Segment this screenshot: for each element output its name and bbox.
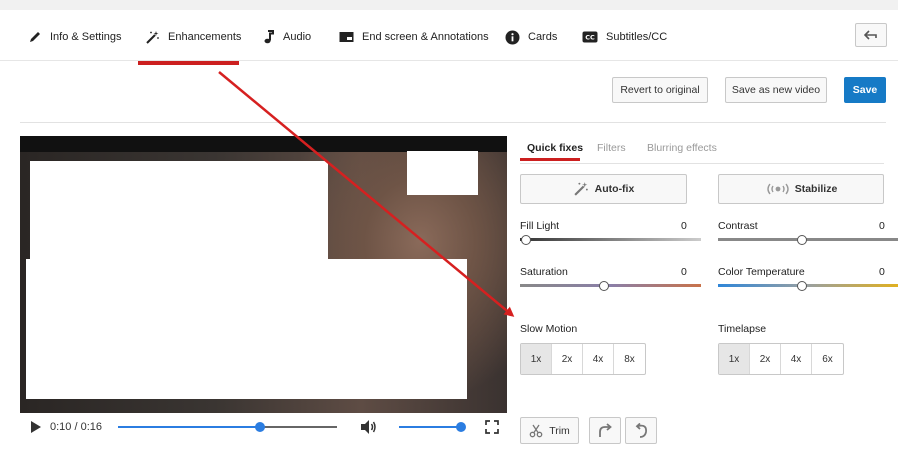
top-strip (0, 0, 898, 10)
back-arrow-icon (864, 30, 877, 40)
fill-light-track (520, 238, 701, 241)
contrast-value: 0 (879, 220, 885, 232)
back-button[interactable] (855, 23, 887, 47)
subtab-quick-fixes[interactable]: Quick fixes (527, 142, 583, 154)
tab-label: Subtitles/CC (606, 31, 668, 43)
play-icon[interactable] (30, 420, 42, 434)
color-temperature-track (718, 284, 898, 287)
subtab-blurring-effects[interactable]: Blurring effects (647, 142, 717, 154)
video-preview[interactable] (20, 136, 507, 413)
tab-info-settings[interactable]: Info & Settings (28, 22, 122, 52)
rotate-left-icon (635, 422, 647, 438)
trim-button[interactable]: Trim (520, 417, 579, 444)
active-tab-indicator (138, 61, 239, 65)
timelapse-option[interactable]: 6x (812, 344, 843, 374)
rotate-right-button[interactable] (589, 417, 621, 444)
revert-to-original-button[interactable]: Revert to original (612, 77, 708, 103)
stabilize-label: Stabilize (794, 183, 838, 195)
tab-label: Cards (528, 31, 558, 43)
fill-light-value: 0 (681, 220, 687, 232)
divider (520, 163, 884, 164)
stabilize-icon (766, 183, 789, 195)
fullscreen-icon[interactable] (485, 420, 499, 434)
redaction-box (26, 259, 467, 399)
divider (20, 122, 886, 123)
svg-text:CC: CC (585, 34, 595, 42)
rotate-left-button[interactable] (625, 417, 657, 444)
progress-scrubber[interactable] (255, 422, 266, 432)
volume-slider[interactable] (456, 422, 466, 432)
auto-fix-label: Auto-fix (594, 183, 635, 195)
contrast-track (718, 238, 898, 241)
end-screen-icon (339, 32, 354, 42)
volume-track (399, 426, 461, 428)
tab-label: Enhancements (168, 31, 242, 43)
auto-fix-button[interactable]: Auto-fix (520, 174, 687, 204)
tab-end-screen[interactable]: End screen & Annotations (339, 22, 489, 52)
slow-motion-label: Slow Motion (520, 323, 578, 335)
color-temperature-value: 0 (879, 266, 885, 278)
fill-light-slider[interactable] (521, 235, 531, 245)
contrast-label: Contrast (718, 220, 758, 232)
trim-label: Trim (549, 424, 570, 437)
tab-label: Info & Settings (50, 31, 122, 43)
player-controls: 0:10 / 0:16 (20, 413, 507, 441)
tab-label: End screen & Annotations (362, 31, 489, 43)
volume-icon[interactable] (360, 419, 378, 435)
timelapse-option[interactable]: 4x (781, 344, 812, 374)
saturation-label: Saturation (520, 266, 568, 278)
slow-motion-selector: 1x 2x 4x 8x (520, 343, 646, 375)
color-temperature-label: Color Temperature (718, 266, 805, 278)
video-letterbox (20, 136, 507, 152)
fill-light-label: Fill Light (520, 220, 560, 232)
magic-wand-icon (574, 182, 588, 196)
scissors-icon (529, 424, 543, 437)
rotate-right-icon (599, 422, 612, 437)
redaction-box (407, 151, 478, 195)
contrast-slider[interactable] (797, 235, 807, 245)
tab-cards[interactable]: Cards (505, 22, 557, 52)
editor-tabs: Info & Settings Enhancements Audio End s… (0, 10, 898, 65)
tab-subtitles[interactable]: CC Subtitles/CC (582, 22, 667, 52)
stabilize-button[interactable]: Stabilize (718, 174, 884, 204)
saturation-slider[interactable] (599, 281, 609, 291)
slow-motion-option[interactable]: 1x (521, 344, 552, 374)
cc-icon: CC (582, 31, 598, 43)
tab-label: Audio (283, 31, 312, 43)
redaction-box (30, 161, 328, 261)
save-button[interactable]: Save (844, 77, 886, 103)
timelapse-selector: 1x 2x 4x 6x (718, 343, 844, 375)
saturation-value: 0 (681, 266, 687, 278)
tab-audio[interactable]: Audio (263, 22, 311, 52)
pencil-icon (30, 32, 40, 42)
saturation-track (520, 284, 701, 287)
timelapse-option[interactable]: 1x (719, 344, 750, 374)
progress-remaining (260, 426, 337, 428)
timelapse-option[interactable]: 2x (750, 344, 781, 374)
slow-motion-option[interactable]: 4x (583, 344, 614, 374)
progress-played (118, 426, 261, 428)
active-subtab-indicator (520, 158, 580, 161)
magic-wand-icon (146, 30, 159, 44)
info-icon (505, 30, 520, 44)
timelapse-label: Timelapse (718, 323, 767, 335)
slow-motion-option[interactable]: 8x (614, 344, 645, 374)
slow-motion-option[interactable]: 2x (552, 344, 583, 374)
time-display: 0:10 / 0:16 (50, 421, 102, 433)
save-as-new-video-button[interactable]: Save as new video (725, 77, 827, 103)
music-note-icon (264, 30, 274, 44)
tab-enhancements[interactable]: Enhancements (145, 22, 241, 52)
color-temperature-slider[interactable] (797, 281, 807, 291)
subtab-filters[interactable]: Filters (597, 142, 626, 154)
